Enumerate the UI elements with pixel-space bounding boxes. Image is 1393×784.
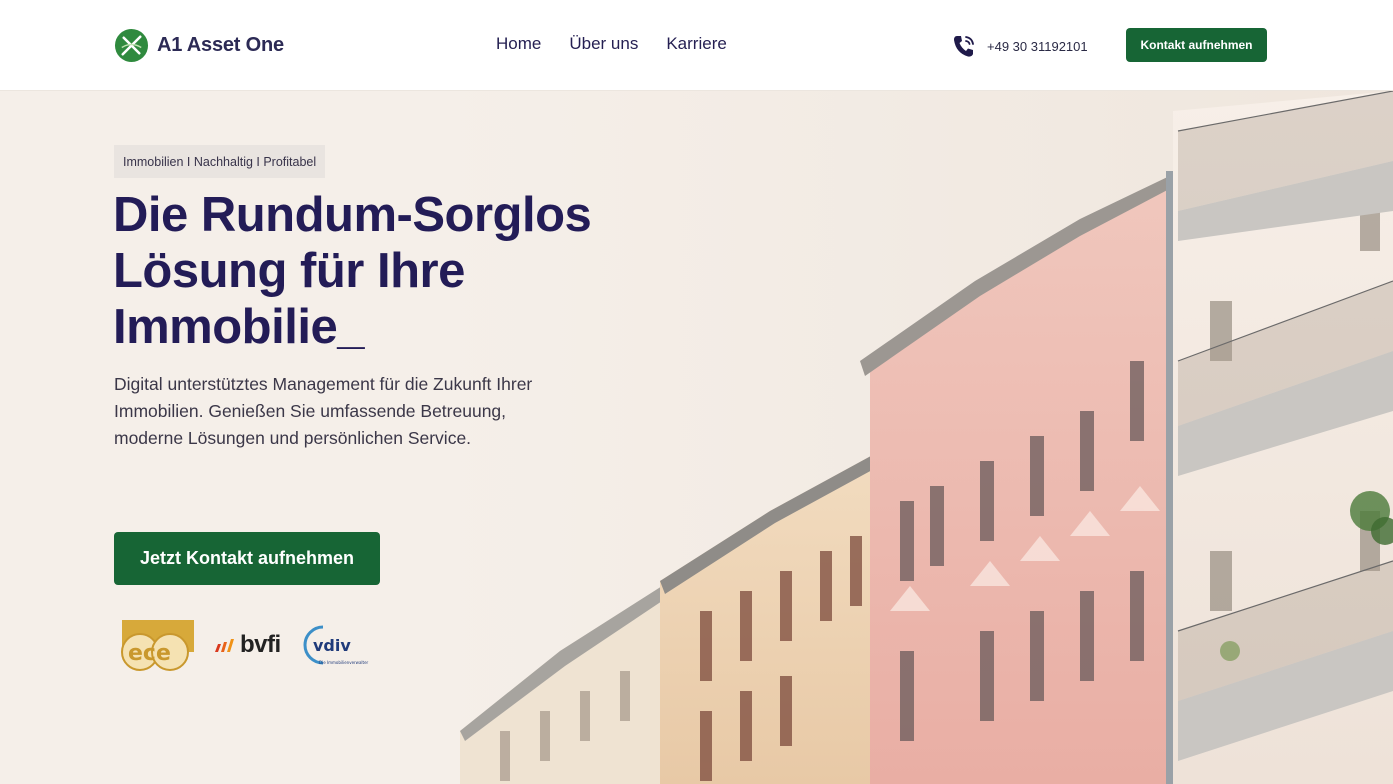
headline-line-1: Die Rundum-Sorglos [113,188,592,242]
membership-badges: ece bvfi vdiv Die Immobilienverwalter [120,618,373,672]
typing-cursor: _ [337,300,364,354]
phone-icon [954,36,974,57]
site-header: A1 Asset One Home Über uns Karriere +49 … [0,0,1393,91]
bvfi-bars-icon [215,639,234,652]
headline-line-2: Lösung für Ihre [113,244,465,298]
ece-badge-logo: ece [121,620,194,671]
hero-contact-button[interactable]: Jetzt Kontakt aufnehmen [114,532,380,585]
phone-contact[interactable]: +49 30 31192101 [952,33,1088,59]
hero-tagline: Immobilien I Nachhaltig I Profitabel [114,145,326,178]
svg-text:ece: ece [128,641,171,666]
vdiv-badge-logo: vdiv Die Immobilienverwalter [303,625,369,665]
bvfi-badge-logo: bvfi [214,631,281,659]
nav-home[interactable]: Home [496,34,541,54]
brand-logo[interactable]: A1 Asset One [114,28,284,63]
main-nav: Home Über uns Karriere [496,34,727,54]
bvfi-wordmark: bvfi [240,631,281,658]
hero-headline: Die Rundum-Sorglos Lösung für Ihre Immob… [113,187,653,355]
nav-karriere[interactable]: Karriere [666,34,726,54]
phone-number: +49 30 31192101 [987,38,1088,54]
header-contact-button[interactable]: Kontakt aufnehmen [1126,28,1267,62]
brand-name: A1 Asset One [157,34,284,56]
headline-line-3: Immobilie [113,300,338,354]
svg-text:Die Immobilienverwalter: Die Immobilienverwalter [319,660,369,665]
a1-logo-icon [114,28,149,63]
svg-text:vdiv: vdiv [313,636,351,655]
nav-ueber-uns[interactable]: Über uns [569,34,638,54]
hero-lead-text: Digital unterstütztes Management für die… [114,374,533,448]
